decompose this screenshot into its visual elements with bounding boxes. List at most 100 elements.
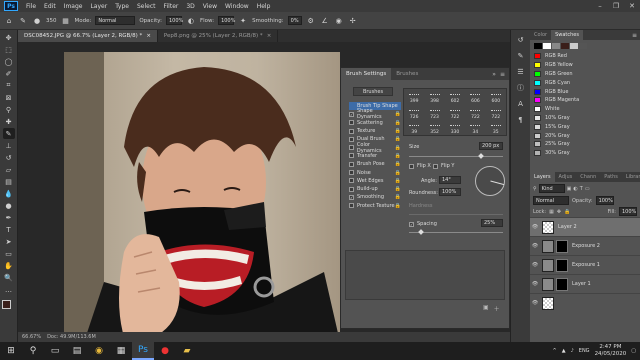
doc-tab-active[interactable]: DSC08452.JPG @ 66.7% (Layer 2, RGB/8) * … [18,30,158,42]
recent-swatch[interactable] [579,43,587,49]
lock-icon[interactable]: 🔒 [395,111,401,117]
swatch-item[interactable]: RGB Cyan [530,78,640,87]
brush-preset[interactable]: 399 [404,89,424,104]
option-build-up[interactable]: Build-up 🔒 [349,185,401,193]
volume-icon[interactable]: ♪ [571,348,574,354]
roundness-field[interactable]: 100% [439,188,461,196]
checkbox[interactable] [433,163,438,169]
brush-preset[interactable]: 398 [424,89,444,104]
panel-menu-icon[interactable]: ≡ [500,71,509,78]
properties-panel-icon[interactable]: ☰ [515,66,527,78]
photoshop-taskbar-icon[interactable]: Ps [132,342,154,360]
minimize-button[interactable]: – [592,0,608,12]
lock-position-icon[interactable]: ✥ [557,209,561,215]
brush-settings-panel-icon[interactable]: ✎ [515,50,527,62]
panel-menu-icon[interactable]: ≡ [632,32,640,39]
lock-icon[interactable]: 🔒 [395,203,401,209]
tab-swatches[interactable]: Swatches [551,30,583,40]
foreground-color[interactable] [1,300,11,309]
lasso-tool-icon[interactable]: ◯ [3,56,15,67]
layer-mask-thumbnail[interactable] [556,277,568,291]
gradient-tool-icon[interactable]: ▤ [3,176,15,187]
tab-color[interactable]: Color [530,30,551,40]
option-smoothing[interactable]: ✓ Smoothing 🔒 [349,193,401,201]
type-tool-icon[interactable]: T [3,224,15,235]
brush-preset[interactable]: 35 [486,120,506,135]
brushes-button[interactable]: Brushes [353,87,393,96]
flip-y-option[interactable]: Flip Y [433,162,454,170]
pixel-filter-icon[interactable]: ▣ [567,186,572,192]
store-icon[interactable]: ▦ [110,342,132,360]
menu-image[interactable]: Image [60,3,87,10]
doc-tab-inactive[interactable]: Pep8.png @ 25% (Layer 2, RGB/8) * × [158,30,279,42]
brush-size-value[interactable]: 350 [46,18,57,24]
opacity-field[interactable]: 100% [165,16,183,25]
brush-tool-icon-active[interactable]: ✎ [2,128,15,139]
home-icon[interactable]: ⌂ [4,16,14,26]
file-explorer-icon[interactable]: ▤ [66,342,88,360]
windows-start-icon[interactable]: ⊞ [0,342,22,360]
menu-select[interactable]: Select [133,3,160,10]
size-slider[interactable] [409,153,503,159]
frame-tool-icon[interactable]: ⊠ [3,92,15,103]
checkbox[interactable] [349,136,354,142]
swatch-item[interactable]: RGB Green [530,70,640,79]
pressure-opacity-icon[interactable]: ◐ [186,16,196,26]
checkbox[interactable] [349,203,354,209]
layer-thumbnail[interactable] [542,296,554,310]
dodge-tool-icon[interactable]: ● [3,200,15,211]
lock-icon[interactable]: 🔒 [395,153,401,159]
brush-preset[interactable]: 34 [465,120,485,135]
adjustment-filter-icon[interactable]: ◐ [573,186,577,192]
hardness-slider[interactable] [409,214,503,215]
zoom-level[interactable]: 66.67% [22,334,41,340]
swatch-item[interactable]: RGB Blue [530,87,640,96]
more-tools-icon[interactable]: … [3,284,15,295]
tab-paths[interactable]: Paths [600,172,622,182]
recent-swatch[interactable] [570,43,578,49]
paragraph-panel-icon[interactable]: ¶ [515,114,527,126]
brush-preset-icon[interactable]: ● [32,16,42,26]
spacing-slider[interactable] [409,229,503,235]
tab-brushes[interactable]: Brushes [391,68,423,80]
healing-brush-tool-icon[interactable]: ✚ [3,116,15,127]
swatch-item[interactable]: 10% Gray [530,114,640,123]
recorder-icon[interactable]: ● [154,342,176,360]
task-view-icon[interactable]: ▭ [44,342,66,360]
lock-all-icon[interactable]: 🔒 [564,209,570,215]
flow-field[interactable]: 100% [218,16,235,25]
info-panel-icon[interactable]: ⓘ [515,82,527,94]
menu-help[interactable]: Help [253,3,275,10]
size-slider-knob[interactable] [478,153,484,159]
visibility-eye-icon[interactable]: 👁 [530,262,540,268]
checkbox-checked[interactable]: ✓ [349,111,354,117]
document-photo[interactable] [64,52,340,332]
history-brush-tool-icon[interactable]: ↺ [3,152,15,163]
layer-row[interactable]: 👁 Layer 2 [530,217,640,236]
layer-thumbnail[interactable] [542,220,554,234]
lock-icon[interactable]: 🔒 [395,145,401,151]
spacing-field[interactable]: 25% [481,219,503,227]
panel-collapse-icon[interactable]: » [492,71,500,78]
checkbox[interactable] [349,120,354,126]
tab-adjustments[interactable]: Adjus [555,172,577,182]
brush-preset[interactable]: 606 [465,89,485,104]
type-filter-icon[interactable]: T [580,186,583,192]
zoom-tool-icon[interactable]: 🔍 [3,272,15,283]
angle-icon[interactable]: ∠ [320,16,330,26]
spacing-slider-knob[interactable] [418,229,424,235]
checkbox[interactable] [349,178,354,184]
swatch-item[interactable]: White [530,105,640,114]
clock[interactable]: 2:47 PM 24/05/2020 [595,344,627,358]
new-brush-icon[interactable]: ▣ [483,304,489,313]
flip-x-option[interactable]: Flip X [409,162,431,170]
lock-icon[interactable]: 🔒 [395,161,401,167]
layer-row[interactable]: 👁 Exposure 1 [530,255,640,274]
lock-icon[interactable]: 🔒 [395,186,401,192]
checkbox-checked[interactable]: ✓ [409,221,414,227]
swatch-item[interactable]: 20% Gray [530,131,640,140]
recent-swatch[interactable] [543,43,551,49]
doc-tab-close-icon[interactable]: × [146,33,151,39]
menu-3d[interactable]: 3D [182,3,198,10]
option-texture[interactable]: Texture 🔒 [349,127,401,135]
